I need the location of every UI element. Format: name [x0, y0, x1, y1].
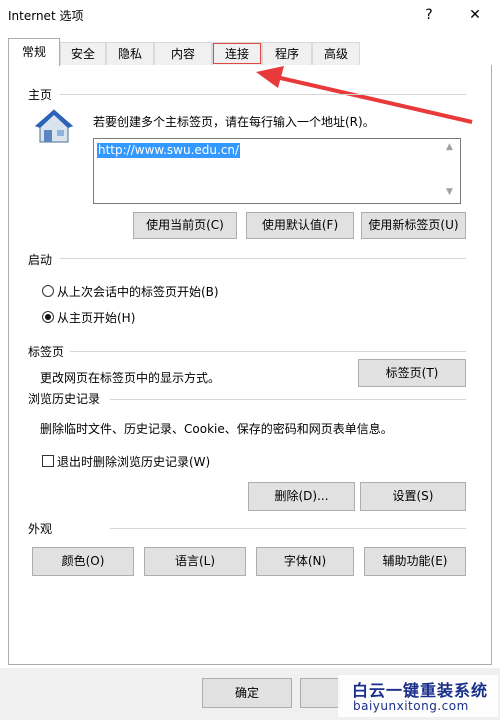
use-default-button[interactable]: 使用默认值(F)	[246, 212, 354, 239]
history-section-label: 浏览历史记录	[28, 390, 107, 407]
window-title: Internet 选项	[8, 9, 84, 23]
history-section-divider	[110, 399, 466, 400]
appearance-section-label: 外观	[28, 520, 59, 537]
textarea-scrollbar[interactable]: ▲ ▼	[443, 139, 460, 203]
house-icon	[34, 109, 74, 143]
use-current-button[interactable]: 使用当前页(C)	[133, 212, 237, 239]
tab-security[interactable]: 安全	[60, 42, 106, 65]
tab-privacy[interactable]: 隐私	[106, 42, 154, 65]
cancel-button-partial[interactable]	[300, 678, 340, 708]
use-new-tab-button[interactable]: 使用新标签页(U)	[361, 212, 466, 239]
startup-home-label[interactable]: 从主页开始(H)	[57, 309, 135, 326]
scroll-down-icon[interactable]: ▼	[446, 187, 453, 197]
delete-history-on-exit-label[interactable]: 退出时删除浏览历史记录(W)	[57, 453, 210, 470]
help-button[interactable]: ?	[418, 4, 440, 26]
history-description: 删除临时文件、历史记录、Cookie、保存的密码和网页表单信息。	[40, 422, 393, 436]
startup-last-session-label[interactable]: 从上次会话中的标签页开始(B)	[57, 283, 219, 300]
tabs-section-divider	[70, 351, 466, 352]
home-section-divider	[60, 94, 466, 95]
tab-content[interactable]: 内容	[154, 42, 212, 65]
close-button[interactable]: ✕	[464, 4, 486, 26]
startup-section-label: 启动	[28, 251, 59, 268]
watermark-logo-text: 白云一键重装系统	[352, 681, 489, 700]
accessibility-button[interactable]: 辅助功能(E)	[364, 547, 466, 576]
startup-section-divider	[60, 258, 466, 259]
history-settings-button[interactable]: 设置(S)	[360, 482, 466, 511]
startup-home-radio[interactable]	[42, 311, 54, 323]
startup-last-session-radio[interactable]	[42, 285, 54, 297]
tabs-section-label: 标签页	[28, 343, 71, 360]
colors-button[interactable]: 颜色(O)	[32, 547, 134, 576]
tabs-section-description: 更改网页在标签页中的显示方式。	[40, 371, 221, 385]
delete-history-on-exit-checkbox[interactable]	[42, 455, 54, 467]
tabs-settings-button[interactable]: 标签页(T)	[358, 359, 466, 387]
fonts-button[interactable]: 字体(N)	[256, 547, 354, 576]
appearance-section-divider	[110, 528, 466, 529]
watermark-url: baiyunxitong.com	[353, 699, 469, 713]
delete-history-button[interactable]: 删除(D)...	[248, 482, 355, 511]
languages-button[interactable]: 语言(L)	[144, 547, 246, 576]
ok-button[interactable]: 确定	[202, 678, 292, 708]
tab-general[interactable]: 常规	[8, 38, 60, 66]
home-section-label: 主页	[28, 86, 59, 103]
home-url-value: http://www.swu.edu.cn/	[97, 143, 241, 158]
home-description: 若要创建多个主标签页，请在每行输入一个地址(R)。	[93, 115, 375, 129]
scroll-up-icon[interactable]: ▲	[446, 142, 453, 152]
